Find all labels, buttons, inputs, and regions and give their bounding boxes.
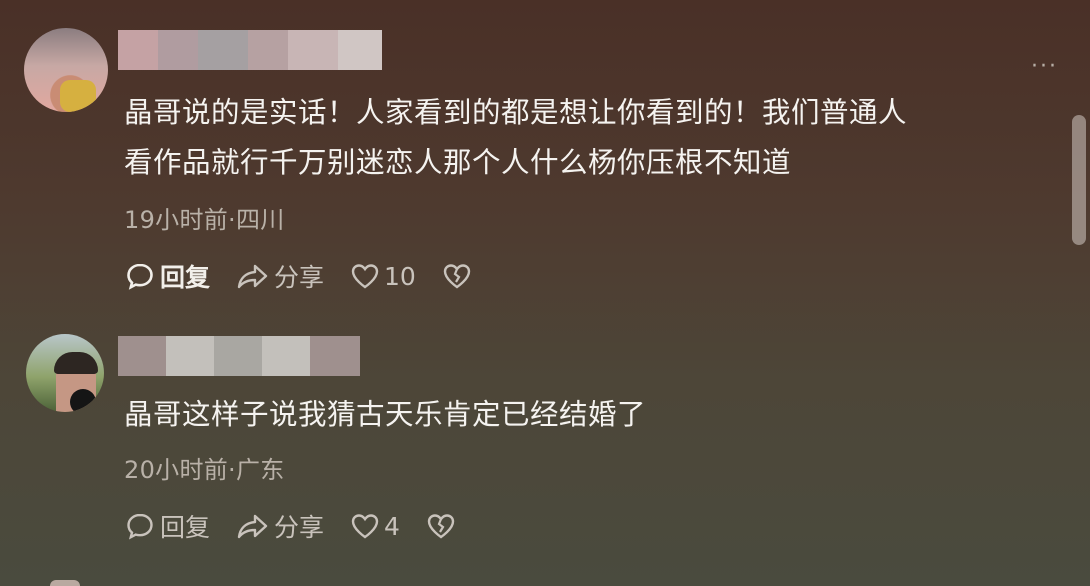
reply-label: 回复 bbox=[160, 513, 211, 542]
avatar[interactable] bbox=[26, 334, 104, 412]
next-avatar-edge bbox=[50, 580, 80, 586]
comment-actions: 回复 分享 10 bbox=[124, 258, 502, 294]
comment-text-line: 晶哥说的是实话！人家看到的都是想让你看到的！我们普通人 bbox=[124, 96, 908, 129]
dislike-button[interactable] bbox=[426, 512, 460, 540]
comment-text: 晶哥这样子说我猜古天乐肯定已经结婚了 bbox=[124, 390, 1030, 440]
share-label: 分享 bbox=[274, 513, 325, 542]
comment-item: 晶哥这样子说我猜古天乐肯定已经结婚了 20小时前·广东 回复 分享 4 bbox=[0, 320, 1090, 580]
share-arrow-icon bbox=[237, 264, 268, 289]
comment-meta: 19小时前·四川 bbox=[124, 206, 285, 234]
username-blurred[interactable] bbox=[118, 336, 360, 376]
comment-meta: 20小时前·广东 bbox=[124, 456, 285, 484]
heart-icon bbox=[351, 264, 379, 289]
comment-bubble-icon bbox=[127, 513, 153, 540]
share-label: 分享 bbox=[274, 263, 325, 292]
reply-button[interactable]: 回复 bbox=[124, 258, 210, 294]
reply-button[interactable]: 回复 bbox=[124, 508, 210, 544]
like-button[interactable]: 4 bbox=[350, 512, 400, 541]
comment-actions: 回复 分享 4 bbox=[124, 508, 486, 544]
broken-heart-icon bbox=[443, 264, 471, 289]
reply-label: 回复 bbox=[160, 263, 211, 292]
like-count: 4 bbox=[384, 511, 400, 541]
broken-heart-icon bbox=[427, 514, 455, 539]
username-blurred[interactable] bbox=[118, 30, 382, 70]
share-button[interactable]: 分享 bbox=[236, 508, 324, 544]
avatar[interactable] bbox=[24, 28, 108, 112]
like-button[interactable]: 10 bbox=[350, 262, 416, 291]
share-arrow-icon bbox=[237, 514, 268, 539]
comment-item: 晶哥说的是实话！人家看到的都是想让你看到的！我们普通人 看作品就行千万别迷恋人那… bbox=[0, 0, 1090, 320]
share-button[interactable]: 分享 bbox=[236, 258, 324, 294]
comment-text: 晶哥说的是实话！人家看到的都是想让你看到的！我们普通人 看作品就行千万别迷恋人那… bbox=[124, 88, 1030, 188]
like-count: 10 bbox=[384, 261, 416, 291]
dislike-button[interactable] bbox=[442, 262, 476, 290]
comment-text-line: 晶哥这样子说我猜古天乐肯定已经结婚了 bbox=[124, 398, 647, 431]
heart-icon bbox=[351, 514, 379, 539]
comment-bubble-icon bbox=[127, 263, 153, 290]
comment-text-line: 看作品就行千万别迷恋人那个人什么杨你压根不知道 bbox=[124, 146, 792, 179]
